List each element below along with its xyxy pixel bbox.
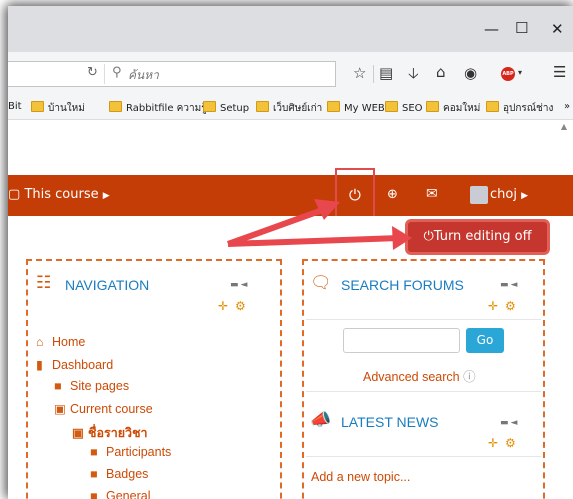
browser-window: — ☐ ✕ ↻ ⚲ ค้นหา ☆ ▤ 🡣 ⌂ ◉ ABP ▾ ☰ Bit บ้… [8, 6, 573, 499]
arrowhead [392, 226, 412, 250]
annotation-arrows [226, 199, 412, 250]
arrow-to-edit-button [227, 235, 401, 247]
